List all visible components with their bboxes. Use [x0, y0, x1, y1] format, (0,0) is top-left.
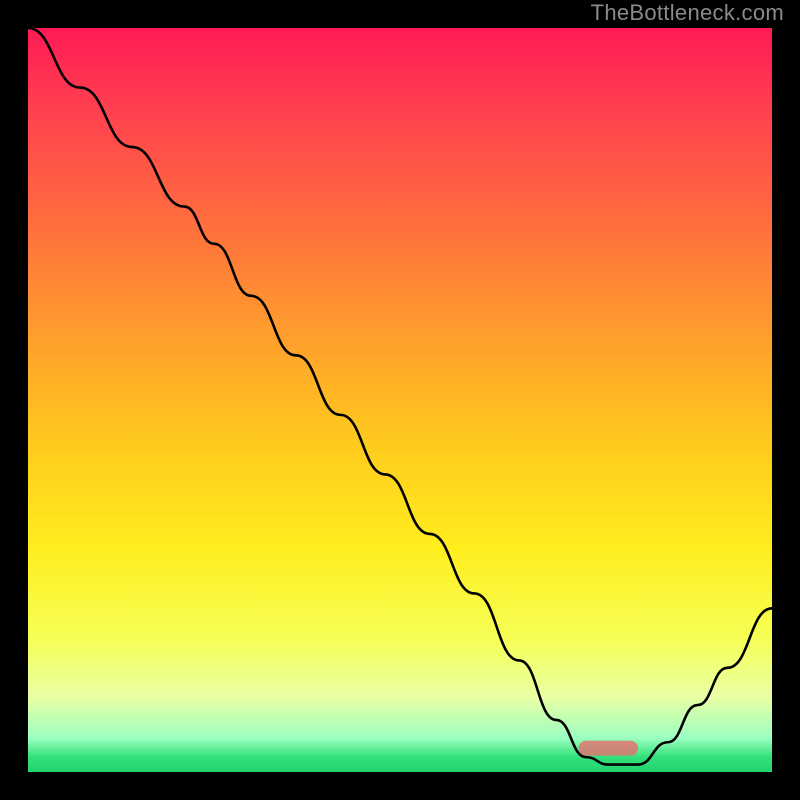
bottleneck-curve: [28, 28, 772, 765]
optimal-range-marker: [579, 741, 639, 756]
attribution-text: TheBottleneck.com: [591, 0, 784, 26]
chart-svg: [28, 28, 772, 772]
chart-area: [28, 28, 772, 772]
